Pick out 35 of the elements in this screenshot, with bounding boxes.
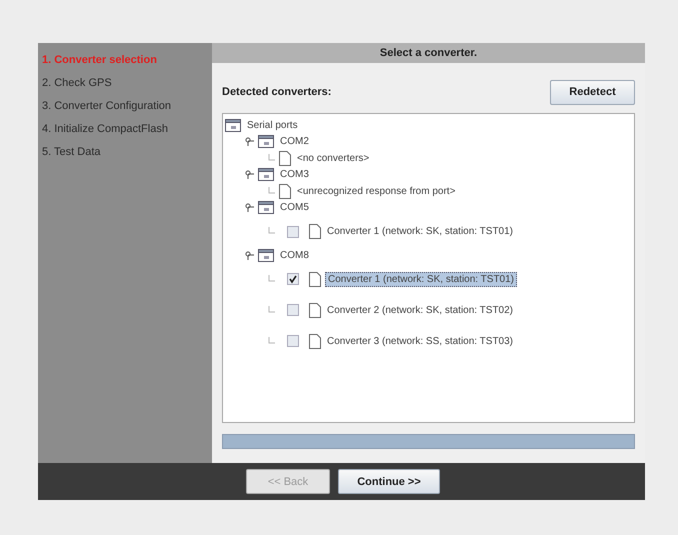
- document-icon: [309, 224, 321, 239]
- folder-icon: [258, 201, 274, 214]
- checkbox[interactable]: [287, 226, 299, 238]
- step-item[interactable]: 3. Converter Configuration: [38, 98, 212, 121]
- header-title: Select a converter.: [380, 47, 478, 59]
- document-icon: [309, 302, 321, 318]
- redetect-button[interactable]: Redetect: [550, 80, 635, 104]
- step-item[interactable]: 5. Test Data: [38, 144, 212, 167]
- tree-item[interactable]: <unrecognized response from port>: [295, 184, 458, 198]
- step-item[interactable]: 2. Check GPS: [38, 75, 212, 98]
- tree-item[interactable]: <no converters>: [295, 152, 372, 165]
- folder-label[interactable]: COM3: [278, 168, 311, 182]
- converter-item[interactable]: Converter 3 (network: SS, station: TST03): [325, 334, 516, 348]
- folder-icon: [258, 135, 274, 148]
- checkbox[interactable]: [287, 304, 299, 316]
- folder-icon: [225, 118, 241, 132]
- detected-label: Detected converters:: [222, 86, 332, 98]
- converter-item[interactable]: Converter 2 (network: SK, station: TST02): [325, 304, 516, 316]
- checkbox[interactable]: [287, 273, 299, 285]
- folder-label[interactable]: COM2: [278, 135, 311, 148]
- step-item[interactable]: 4. Initialize CompactFlash: [38, 121, 212, 144]
- check-icon: [288, 274, 298, 284]
- folder-icon: [258, 168, 274, 182]
- folder-label[interactable]: COM5: [278, 201, 311, 214]
- folder-label[interactable]: COM8: [278, 248, 311, 262]
- document-icon: [279, 150, 291, 166]
- folder-icon: [258, 248, 274, 262]
- document-icon: [279, 184, 291, 199]
- continue-button[interactable]: Continue >>: [338, 469, 440, 494]
- folder-label[interactable]: Serial ports: [245, 118, 300, 132]
- document-icon: [309, 272, 321, 286]
- document-icon: [309, 334, 321, 348]
- converter-item[interactable]: Converter 1 (network: SK, station: TST01): [325, 272, 518, 286]
- checkbox[interactable]: [287, 335, 299, 347]
- converter-item[interactable]: Converter 1 (network: SK, station: TST01): [325, 225, 516, 238]
